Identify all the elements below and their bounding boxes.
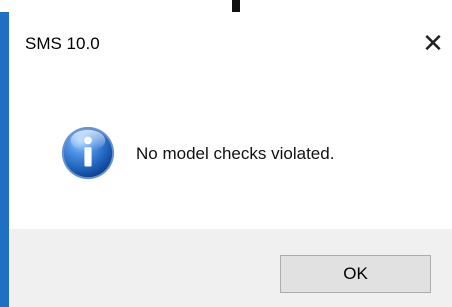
message-dialog: SMS 10.0 ✕ No model checks violated. OK [9, 12, 452, 307]
dialog-content: No model checks violated. [9, 72, 452, 229]
button-bar: OK [9, 229, 452, 307]
information-icon [61, 126, 115, 180]
window-left-border [0, 12, 9, 307]
ok-button[interactable]: OK [280, 255, 431, 293]
top-edge-marker [232, 0, 240, 12]
screenshot-frame: SMS 10.0 ✕ No model checks violated. OK [0, 0, 452, 307]
title-bar: SMS 10.0 ✕ [9, 12, 452, 72]
close-icon[interactable]: ✕ [419, 29, 447, 59]
dialog-message: No model checks violated. [136, 144, 335, 163]
window-title: SMS 10.0 [25, 34, 100, 53]
